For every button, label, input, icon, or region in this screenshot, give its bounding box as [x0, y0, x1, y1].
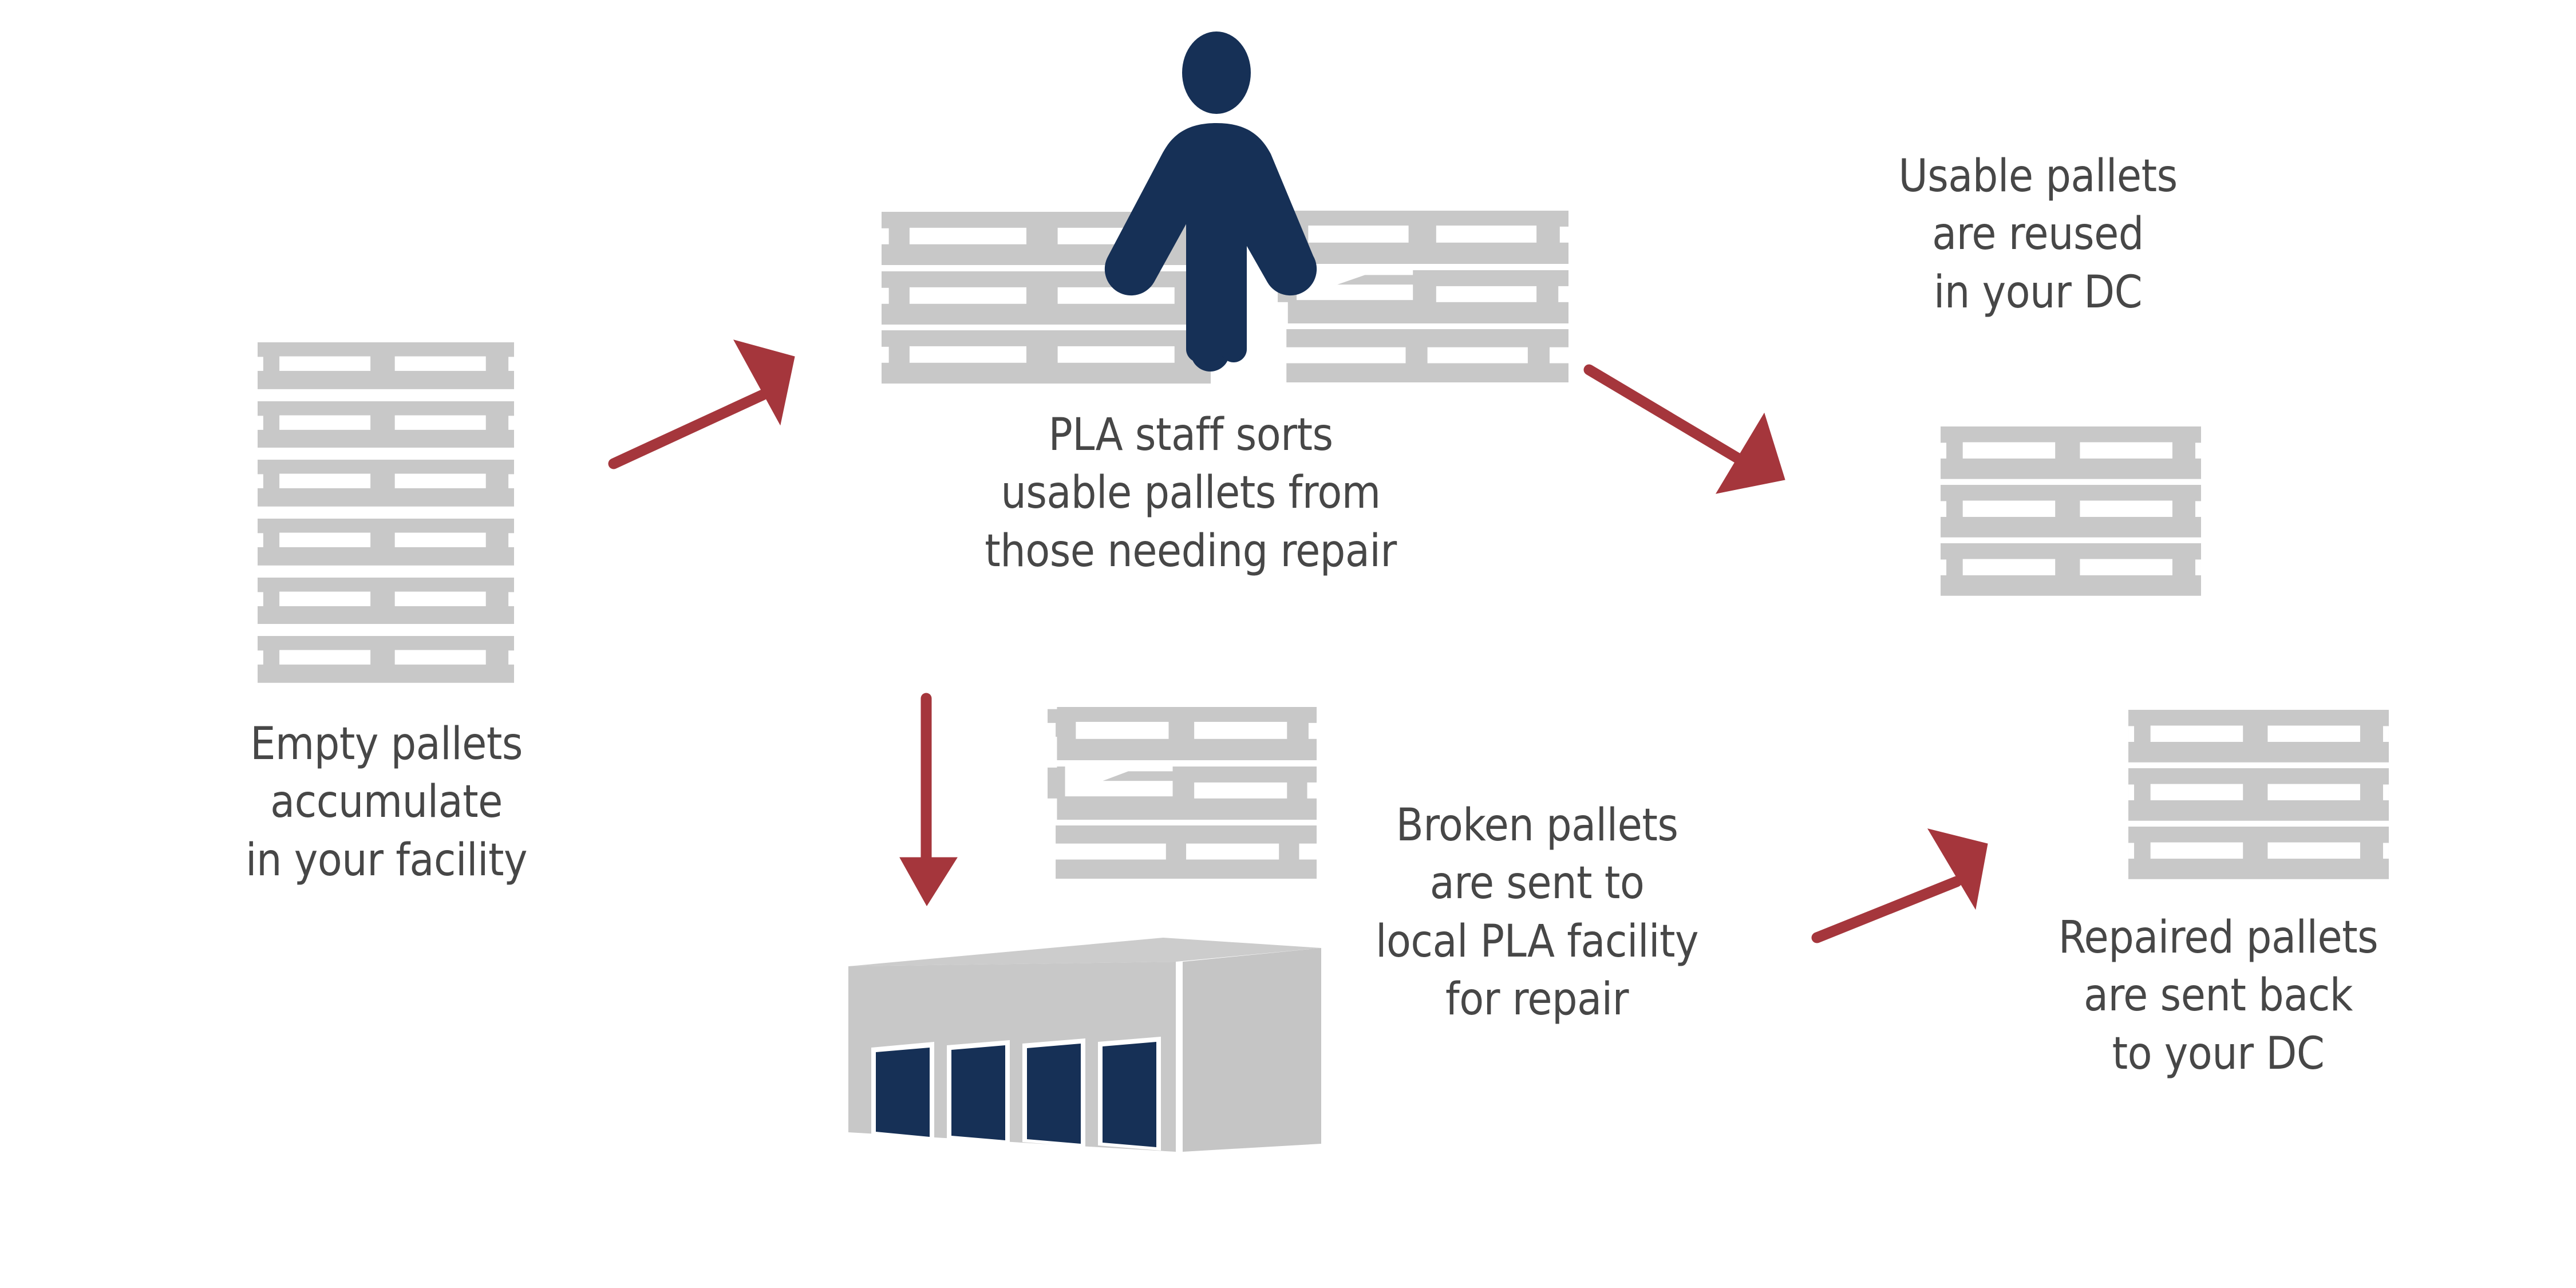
pallet-stack-broken-pallets — [1048, 707, 1317, 879]
broken-pallet-icon — [1048, 707, 1317, 760]
caption-usable-pallets: Usable pallets are reused in your DC — [1898, 151, 2178, 318]
diagram-canvas: Empty pallets accumulate in your facilit… — [0, 0, 2576, 1288]
arrow-sort-to-broken-icon — [899, 693, 991, 910]
pallet-icon — [258, 460, 514, 507]
pallet — [258, 401, 514, 448]
pallet — [258, 342, 514, 389]
broken-pallet — [1048, 825, 1317, 879]
caption-sorting: PLA staff sorts usable pallets from thos… — [985, 409, 1397, 577]
arrow-sort-to-usable-icon — [1580, 361, 1809, 532]
pallet — [1941, 485, 2201, 538]
pallet-icon — [1941, 543, 2201, 596]
pallet — [258, 636, 514, 683]
pallet-icon — [1941, 485, 2201, 538]
pallet — [1941, 426, 2201, 479]
pallet-icon — [258, 518, 514, 566]
pallet-stack-empty-pallets — [258, 342, 514, 683]
pallet-icon — [2128, 710, 2389, 762]
warehouse-building-icon — [843, 927, 1323, 1162]
person-standing-icon — [1099, 31, 1334, 375]
pallet-icon — [258, 401, 514, 448]
pallet-stack-usable-pallets — [1941, 426, 2201, 596]
pallet-icon — [2128, 827, 2389, 879]
pallet — [258, 460, 514, 507]
pallet — [2128, 710, 2389, 762]
pallet-icon — [1941, 426, 2201, 479]
pallet-icon — [258, 636, 514, 683]
pallet — [258, 577, 514, 625]
pallet — [2128, 768, 2389, 821]
pallet — [2128, 827, 2389, 879]
caption-broken-pallets: Broken pallets are sent to local PLA fac… — [1375, 800, 1699, 1026]
pallet-icon — [2128, 768, 2389, 821]
caption-repaired-pallets: Repaired pallets are sent back to your D… — [2058, 912, 2379, 1080]
broken-pallet — [1048, 707, 1317, 760]
pallet — [1941, 543, 2201, 596]
pallet-icon — [258, 342, 514, 389]
pallet — [258, 518, 514, 566]
pallet-stack-repaired-pallets — [2128, 710, 2389, 879]
broken-pallet-icon — [1048, 766, 1317, 820]
broken-pallet-icon — [1048, 825, 1317, 879]
pallet-icon — [258, 577, 514, 625]
broken-pallet — [1048, 766, 1317, 820]
caption-empty-pallets: Empty pallets accumulate in your facilit… — [245, 718, 528, 886]
arrow-accumulate-to-sort-icon — [601, 321, 841, 492]
